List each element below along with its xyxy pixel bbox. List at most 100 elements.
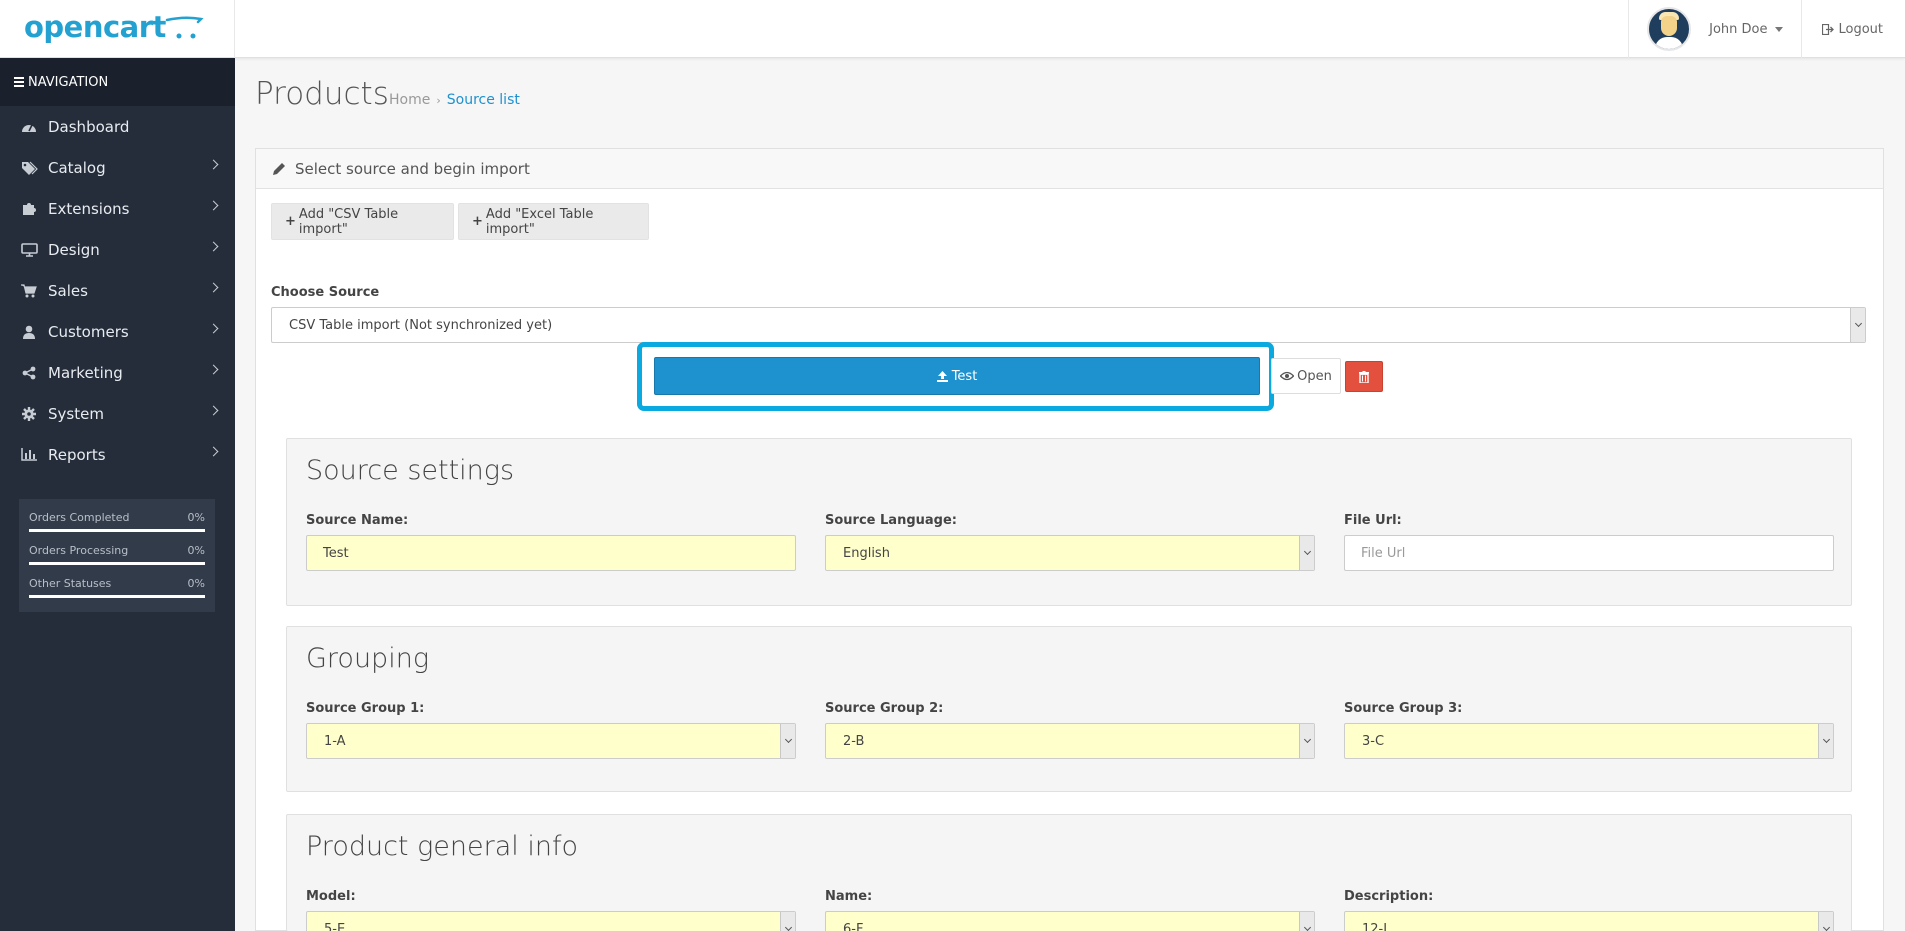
chevron-down-icon [1299, 536, 1314, 570]
section-title: Product general info [306, 831, 579, 862]
chevron-down-icon [780, 912, 795, 931]
sidebar-item-label: Dashboard [48, 117, 130, 136]
button-label: Open [1297, 368, 1332, 384]
select-value: 12-L [1362, 921, 1391, 931]
trash-icon [1359, 370, 1369, 383]
chevron-right-icon [208, 200, 219, 211]
name-select[interactable]: 6-F [825, 911, 1315, 931]
nav-title: NAVIGATION [28, 74, 109, 90]
upload-icon [936, 370, 948, 382]
stat-value: 0% [187, 511, 205, 524]
logo[interactable]: opencart [0, 0, 235, 58]
select-value: 3-C [1362, 733, 1385, 749]
stat-progress-bar [29, 595, 205, 598]
sidebar-item-system[interactable]: System [0, 393, 235, 434]
select-value: 5-E [324, 921, 346, 931]
sidebar-item-label: System [48, 404, 104, 423]
source-language-select[interactable]: English [825, 535, 1315, 571]
button-label: Add "Excel Table import" [485, 206, 594, 237]
source-group-1-select[interactable]: 1-A [306, 723, 796, 759]
test-button[interactable]: Test [654, 357, 1260, 395]
source-language-label: Source Language: [825, 513, 957, 528]
model-select[interactable]: 5-E [306, 911, 796, 931]
file-url-label: File Url: [1344, 513, 1402, 528]
button-label: Add "CSV Table import" [298, 206, 399, 237]
sidebar-item-customers[interactable]: Customers [0, 311, 235, 352]
cart-icon [20, 283, 38, 298]
stat-value: 0% [187, 544, 205, 557]
chevron-right-icon [208, 241, 219, 252]
sidebar-item-design[interactable]: Design [0, 229, 235, 270]
chevron-right-icon [208, 405, 219, 416]
select-value: 1-A [324, 733, 346, 749]
select-value: CSV Table import (Not synchronized yet) [289, 317, 553, 333]
select-value: 6-F [843, 921, 864, 931]
sidebar-item-reports[interactable]: Reports [0, 434, 235, 475]
select-value: English [843, 545, 890, 561]
product-general-info-section: Product general info Model: Name: Descri… [286, 814, 1852, 931]
source-group-2-select[interactable]: 2-B [825, 723, 1315, 759]
sidebar-item-marketing[interactable]: Marketing [0, 352, 235, 393]
source-group-3-select[interactable]: 3-C [1344, 723, 1834, 759]
sidebar-item-catalog[interactable]: Catalog [0, 147, 235, 188]
chevron-down-icon [1818, 724, 1833, 758]
sidebar-item-extensions[interactable]: Extensions [0, 188, 235, 229]
user-icon [20, 325, 38, 339]
description-label: Description: [1344, 889, 1434, 904]
logo-cart-icon [165, 16, 204, 39]
name-label: Name: [825, 889, 873, 904]
add-csv-import-button[interactable]: + Add "CSV Table import" [271, 203, 454, 240]
sidebar: NAVIGATION Dashboard Catalog Extensions … [0, 58, 235, 931]
avatar [1647, 7, 1692, 51]
stat-label: Orders Processing [29, 544, 129, 557]
breadcrumb-home[interactable]: Home [389, 92, 430, 108]
chevron-right-icon [208, 364, 219, 375]
stat-other-statuses: Other Statuses 0% [29, 575, 205, 608]
file-url-input[interactable]: File Url [1344, 535, 1834, 571]
top-header: opencart John Doe Logout [0, 0, 1905, 58]
breadcrumb-separator: › [436, 94, 441, 107]
section-title: Grouping [306, 643, 430, 674]
sidebar-item-label: Catalog [48, 158, 106, 177]
choose-source-label: Choose Source [271, 285, 380, 300]
logout-link[interactable]: Logout [1801, 0, 1905, 58]
breadcrumb: Home › Source list [389, 92, 520, 108]
sidebar-item-sales[interactable]: Sales [0, 270, 235, 311]
input-value: Test [323, 545, 349, 561]
panel-heading: Select source and begin import [256, 149, 1883, 189]
breadcrumb-source-list[interactable]: Source list [447, 92, 520, 108]
sidebar-item-label: Marketing [48, 363, 123, 382]
sign-out-icon [1822, 23, 1835, 35]
grouping-section: Grouping Source Group 1: Source Group 2:… [286, 626, 1852, 792]
chevron-down-icon [780, 724, 795, 758]
section-title: Source settings [306, 455, 515, 486]
choose-source-select[interactable]: CSV Table import (Not synchronized yet) [271, 307, 1866, 343]
description-select[interactable]: 12-L [1344, 911, 1834, 931]
stat-orders-processing: Orders Processing 0% [29, 542, 205, 575]
source-group-1-label: Source Group 1: [306, 701, 425, 716]
header-right: John Doe Logout [1628, 0, 1905, 58]
order-stats: Orders Completed 0% Orders Processing 0%… [19, 499, 215, 612]
source-settings-section: Source settings Source Name: Source Lang… [286, 438, 1852, 606]
open-button[interactable]: Open [1271, 358, 1341, 394]
logo-text: opencart [24, 10, 166, 44]
add-excel-import-button[interactable]: + Add "Excel Table import" [458, 203, 649, 240]
source-group-2-label: Source Group 2: [825, 701, 944, 716]
sidebar-item-label: Sales [48, 281, 88, 300]
user-menu[interactable]: John Doe [1628, 0, 1801, 58]
pencil-icon [273, 162, 285, 175]
stat-orders-completed: Orders Completed 0% [29, 509, 205, 542]
sidebar-item-dashboard[interactable]: Dashboard [0, 106, 235, 147]
puzzle-icon [20, 202, 38, 216]
nav-toggle[interactable]: NAVIGATION [0, 58, 235, 106]
chevron-right-icon [208, 323, 219, 334]
sidebar-item-label: Design [48, 240, 100, 259]
bars-icon [14, 75, 24, 89]
chevron-right-icon [208, 159, 219, 170]
source-name-input[interactable]: Test [306, 535, 796, 571]
chevron-right-icon [208, 446, 219, 457]
stat-value: 0% [187, 577, 205, 590]
chevron-down-icon [1850, 308, 1865, 342]
delete-button[interactable] [1345, 361, 1383, 392]
gear-icon [20, 406, 38, 421]
